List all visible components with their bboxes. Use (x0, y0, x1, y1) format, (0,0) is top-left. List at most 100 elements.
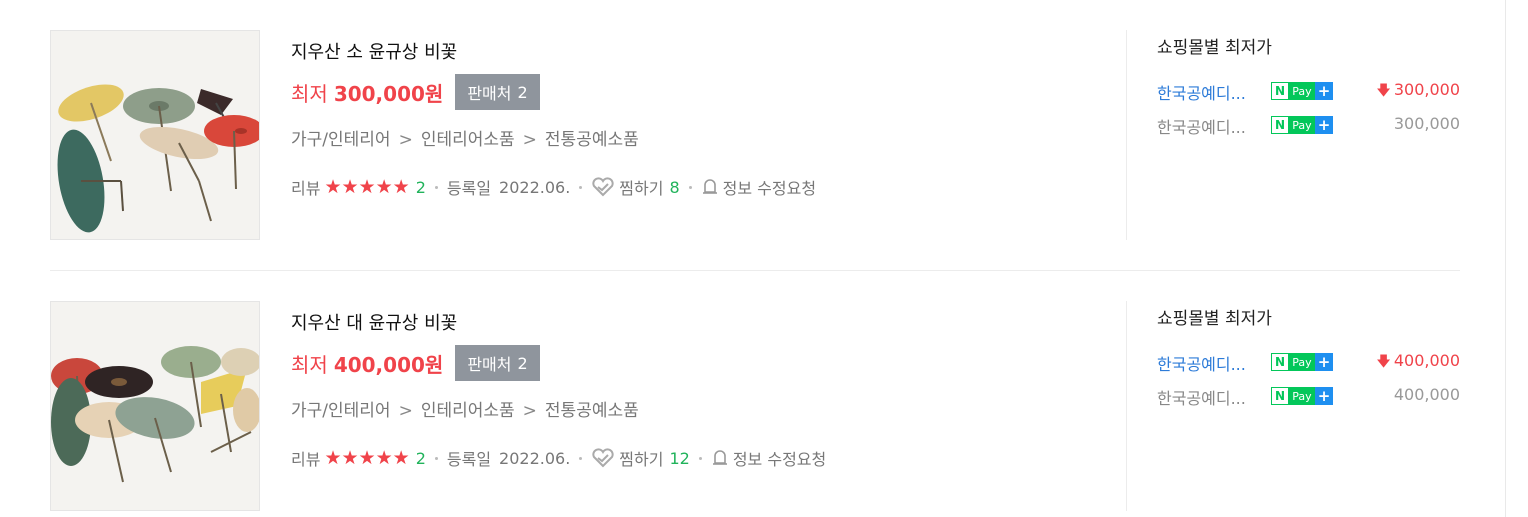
star-icon: ★ (341, 446, 359, 469)
registered-date: 2022.06. (499, 177, 571, 197)
category-path: 가구/인테리어 > 인테리어소품 > 전통공예소품 (291, 125, 639, 150)
zzim-count: 8 (669, 177, 680, 197)
plus-icon: + (1315, 387, 1333, 405)
product-thumbnail[interactable] (50, 30, 260, 240)
naver-n-icon: N (1271, 116, 1289, 134)
meta-separator (434, 456, 438, 460)
mall-row[interactable]: 한국공예디... N Pay + 300,000 (1157, 114, 1460, 138)
plus-icon: + (1315, 82, 1333, 100)
review-label: 리뷰 (291, 450, 321, 469)
mall-section-title: 쇼핑몰별 최저가 (1157, 38, 1272, 58)
zzim-count: 12 (669, 448, 690, 468)
mall-name[interactable]: 한국공예디... (1157, 80, 1246, 104)
registered-label: 등록일 (446, 450, 492, 469)
product-thumbnail[interactable] (50, 301, 260, 511)
registered-label: 등록일 (446, 179, 492, 198)
meta-separator (579, 456, 583, 460)
product-meta: 리뷰 ★★★★★ 2 등록일 2022.06. 찜하기 8 정보 수정요 (291, 175, 816, 199)
rating-stars: ★ ★ ★ ★ ★ (324, 175, 410, 198)
npay-badge: N Pay + (1271, 387, 1333, 405)
lowest-price[interactable]: 400,000원 (334, 349, 444, 378)
report-label: 정보 수정요청 (732, 450, 827, 469)
column-divider (1126, 30, 1127, 240)
mall-price[interactable]: 🡇 300,000 (1376, 80, 1460, 104)
sellers-button[interactable]: 판매처 2 (455, 74, 540, 110)
price-row: 최저 300,000원 판매처 2 (291, 74, 540, 110)
report-button[interactable]: 정보 수정요청 (701, 175, 816, 199)
report-label: 정보 수정요청 (722, 179, 817, 198)
star-icon: ★ (358, 175, 376, 198)
mall-name[interactable]: 한국공예디... (1157, 385, 1246, 409)
product-item: 지우산 대 윤규상 비꽃 최저 400,000원 판매처 2 가구/인테리어 > 인… (50, 301, 1460, 513)
star-icon: ★ (375, 175, 393, 198)
meta-separator (434, 185, 438, 189)
sellers-button[interactable]: 판매처 2 (455, 345, 540, 381)
npay-badge: N Pay + (1271, 82, 1333, 100)
mall-price-value: 400,000 (1393, 351, 1460, 370)
heart-icon (591, 177, 615, 197)
sellers-count: 2 (517, 353, 528, 373)
sellers-label: 판매처 (467, 84, 512, 103)
price-prefix: 최저 (291, 81, 328, 106)
lowest-price[interactable]: 300,000원 (334, 78, 444, 107)
category-separator: > (522, 130, 537, 150)
zzim-button[interactable]: 찜하기 12 (591, 446, 690, 470)
mall-name[interactable]: 한국공예디... (1157, 114, 1246, 138)
mall-row[interactable]: 한국공예디... N Pay + 400,000 (1157, 385, 1460, 409)
category-path: 가구/인테리어 > 인테리어소품 > 전통공예소품 (291, 396, 639, 421)
zzim-label: 찜하기 (619, 179, 664, 198)
mall-row[interactable]: 한국공예디... N Pay + 🡇 300,000 (1157, 80, 1460, 104)
mall-price[interactable]: 300,000 (1394, 114, 1460, 133)
mall-row[interactable]: 한국공예디... N Pay + 🡇 400,000 (1157, 351, 1460, 375)
umbrella-image (51, 302, 259, 510)
product-title[interactable]: 지우산 대 윤규상 비꽃 (291, 309, 457, 335)
sellers-label: 판매처 (467, 355, 512, 374)
category-level-3[interactable]: 전통공예소품 (545, 401, 639, 421)
plus-icon: + (1315, 353, 1333, 371)
sellers-count: 2 (517, 82, 528, 102)
registered-date: 2022.06. (499, 448, 571, 468)
category-level-1[interactable]: 가구/인테리어 (291, 401, 391, 421)
product-meta: 리뷰 ★★★★★ 2 등록일 2022.06. 찜하기 12 정보 수정 (291, 446, 826, 470)
mall-price[interactable]: 400,000 (1394, 385, 1460, 404)
zzim-label: 찜하기 (619, 450, 664, 469)
star-icon: ★ (324, 175, 342, 198)
npay-label: Pay (1289, 116, 1315, 134)
npay-label: Pay (1289, 353, 1315, 371)
star-icon: ★ (324, 446, 342, 469)
price-prefix: 최저 (291, 352, 328, 377)
npay-badge: N Pay + (1271, 116, 1333, 134)
naver-n-icon: N (1271, 387, 1289, 405)
rating-stars: ★ ★ ★ ★ ★ (324, 446, 410, 469)
bell-icon (701, 178, 719, 196)
down-arrow-icon: 🡇 (1376, 354, 1391, 370)
npay-badge: N Pay + (1271, 353, 1333, 371)
npay-label: Pay (1289, 387, 1315, 405)
star-icon: ★ (392, 175, 410, 198)
umbrella-image (51, 31, 259, 239)
review-count[interactable]: 2 (416, 449, 426, 468)
meta-separator (579, 185, 583, 189)
review-label: 리뷰 (291, 179, 321, 198)
review-count[interactable]: 2 (416, 178, 426, 197)
meta-separator (698, 456, 702, 460)
category-separator: > (398, 130, 413, 150)
mall-name[interactable]: 한국공예디... (1157, 351, 1246, 375)
naver-n-icon: N (1271, 353, 1289, 371)
mall-section-title: 쇼핑몰별 최저가 (1157, 309, 1272, 329)
bell-icon (711, 449, 729, 467)
star-icon: ★ (392, 446, 410, 469)
product-title[interactable]: 지우산 소 윤규상 비꽃 (291, 38, 457, 64)
star-icon: ★ (375, 446, 393, 469)
zzim-button[interactable]: 찜하기 8 (591, 175, 680, 199)
mall-price-value: 300,000 (1393, 80, 1460, 99)
mall-price[interactable]: 🡇 400,000 (1376, 351, 1460, 375)
report-button[interactable]: 정보 수정요청 (711, 446, 826, 470)
category-level-3[interactable]: 전통공예소품 (545, 130, 639, 150)
category-level-2[interactable]: 인테리어소품 (421, 130, 515, 150)
heart-icon (591, 448, 615, 468)
category-separator: > (398, 401, 413, 421)
category-level-1[interactable]: 가구/인테리어 (291, 130, 391, 150)
category-level-2[interactable]: 인테리어소품 (421, 401, 515, 421)
product-item: 지우산 소 윤규상 비꽃 최저 300,000원 판매처 2 가구/인테리어 > 인… (50, 30, 1460, 242)
